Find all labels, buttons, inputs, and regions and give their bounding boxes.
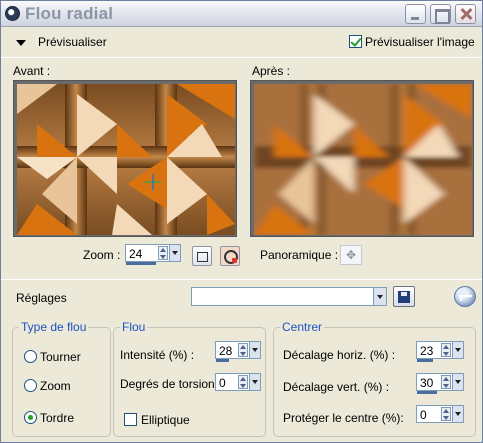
v-offset-stepper[interactable]: 30: [416, 373, 464, 394]
center-title: Centrer: [280, 320, 325, 334]
v-offset-value[interactable]: 30: [420, 376, 433, 390]
zoom-dropdown-icon[interactable]: [169, 245, 180, 261]
h-offset-slider[interactable]: [417, 359, 433, 362]
blur-type-title: Type de flou: [19, 320, 89, 334]
save-preset-button[interactable]: [393, 286, 415, 307]
app-icon: [5, 6, 20, 21]
divider: [1, 57, 482, 58]
twist-value[interactable]: 0: [219, 376, 226, 390]
zoom-slider[interactable]: [126, 262, 156, 265]
window-title: Flou radial: [25, 4, 114, 23]
divider: [1, 279, 482, 280]
title-bar[interactable]: Flou radial: [1, 1, 482, 27]
before-preview[interactable]: [13, 80, 237, 237]
v-offset-label: Décalage vert. (%) :: [283, 380, 390, 394]
v-offset-slider[interactable]: [417, 391, 437, 394]
protect-center-spin-arrows-icon[interactable]: [441, 407, 451, 421]
zoom-stepper[interactable]: 24: [125, 244, 181, 265]
elliptical-label[interactable]: Elliptique: [141, 413, 190, 427]
radio-twist[interactable]: [24, 411, 37, 424]
zoom-spin-arrows-icon[interactable]: [158, 246, 168, 260]
intensity-spin-arrows-icon[interactable]: [238, 343, 248, 357]
radio-zoom[interactable]: [24, 379, 37, 392]
radio-rotate-label[interactable]: Tourner: [40, 350, 81, 364]
intensity-dropdown-icon[interactable]: [249, 342, 260, 358]
h-offset-dropdown-icon[interactable]: [452, 342, 463, 358]
center-group: Centrer Décalage horiz. (%) : 23 Décalag…: [273, 320, 476, 437]
after-label: Après :: [252, 64, 291, 78]
intensity-value[interactable]: 28: [219, 344, 232, 358]
presets-label: Réglages: [16, 291, 67, 305]
preview-toggle-label[interactable]: Prévisualiser: [38, 35, 107, 49]
close-button[interactable]: [455, 4, 476, 24]
reset-button[interactable]: [454, 286, 476, 307]
after-preview-image: [254, 84, 472, 235]
collapse-arrow-icon[interactable]: [16, 40, 26, 46]
intensity-label: Intensité (%) :: [120, 348, 195, 362]
intensity-slider[interactable]: [216, 359, 229, 362]
radio-rotate[interactable]: [24, 350, 37, 363]
before-preview-image: [17, 84, 235, 235]
minimize-button[interactable]: [405, 4, 426, 24]
radio-twist-label[interactable]: Tordre: [40, 411, 74, 425]
pan-move-icon[interactable]: ✥: [340, 245, 362, 265]
h-offset-label: Décalage horiz. (%) :: [283, 348, 396, 362]
maximize-button[interactable]: [430, 4, 451, 24]
chevron-down-icon[interactable]: [373, 288, 386, 305]
blur-title: Flou: [120, 320, 148, 334]
dialog-window: Flou radial Prévisualiser Prévisualiser …: [0, 0, 483, 443]
protect-center-stepper[interactable]: 0: [416, 405, 464, 423]
v-offset-spin-arrows-icon[interactable]: [441, 375, 451, 389]
intensity-stepper[interactable]: 28: [215, 341, 261, 362]
twist-label: Degrés de torsion :: [120, 377, 222, 391]
zoom-value[interactable]: 24: [129, 247, 142, 261]
presets-dropdown[interactable]: [191, 287, 387, 306]
twist-spin-arrows-icon[interactable]: [238, 375, 248, 389]
blur-group: Flou Intensité (%) : 28 Degrés de torsio…: [113, 320, 266, 437]
zoom-fit-button[interactable]: [192, 246, 212, 266]
preview-image-label[interactable]: Prévisualiser l'image: [365, 35, 475, 49]
twist-stepper[interactable]: 0: [215, 373, 261, 391]
twist-dropdown-icon[interactable]: [249, 374, 260, 390]
pan-label: Panoramique :: [260, 248, 339, 262]
protect-center-dropdown-icon[interactable]: [452, 406, 463, 422]
h-offset-stepper[interactable]: 23: [416, 341, 464, 362]
h-offset-spin-arrows-icon[interactable]: [441, 343, 451, 357]
after-preview: [250, 80, 474, 237]
blur-type-group: Type de flou Tourner Zoom Tordre: [12, 320, 111, 437]
zoom-actual-size-button[interactable]: [220, 246, 240, 266]
protect-center-label: Protéger le centre (%):: [283, 411, 404, 425]
v-offset-dropdown-icon[interactable]: [452, 374, 463, 390]
protect-center-value[interactable]: 0: [420, 408, 427, 422]
zoom-label: Zoom :: [83, 248, 121, 262]
elliptical-checkbox[interactable]: [124, 413, 137, 426]
radio-zoom-label[interactable]: Zoom: [40, 379, 71, 393]
h-offset-value[interactable]: 23: [420, 344, 433, 358]
before-label: Avant :: [13, 64, 51, 78]
preview-image-checkbox[interactable]: [349, 35, 362, 48]
